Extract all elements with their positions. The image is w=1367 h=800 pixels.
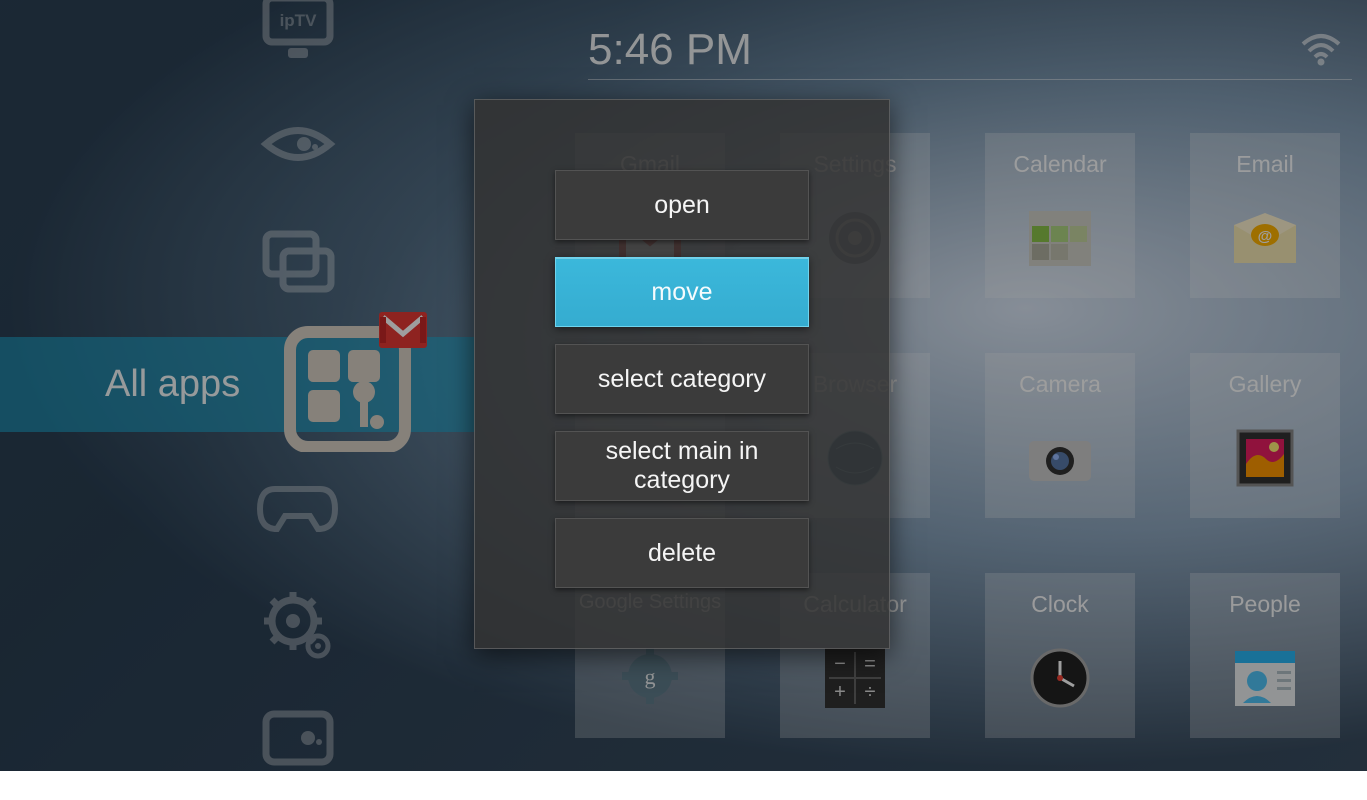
- context-menu: open move select category select main in…: [474, 99, 890, 649]
- menu-item-select-category[interactable]: select category: [555, 344, 809, 414]
- menu-item-move[interactable]: move: [555, 257, 809, 327]
- menu-item-label: move: [651, 278, 712, 307]
- menu-item-label: delete: [648, 539, 716, 568]
- menu-item-delete[interactable]: delete: [555, 518, 809, 588]
- menu-item-select-main-in-category[interactable]: select main in category: [555, 431, 809, 501]
- menu-item-open[interactable]: open: [555, 170, 809, 240]
- menu-item-label: select category: [598, 365, 766, 394]
- menu-item-label: select main in category: [556, 437, 808, 495]
- menu-item-label: open: [654, 191, 710, 220]
